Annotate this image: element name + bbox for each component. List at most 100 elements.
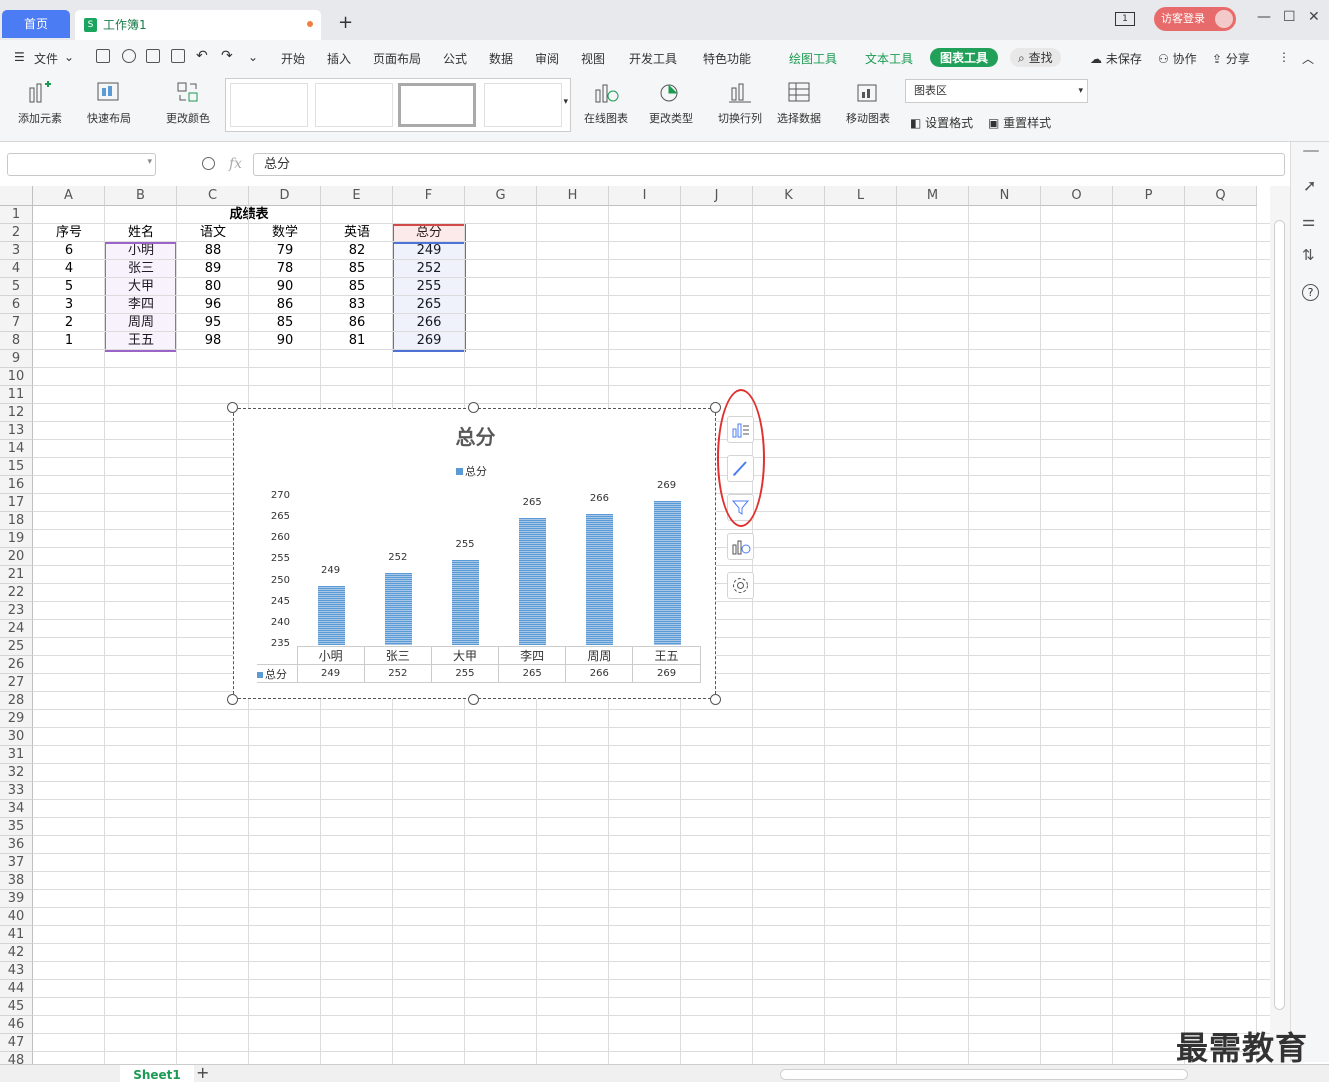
row-header[interactable]: 7 (0, 314, 33, 332)
more-menu-icon[interactable]: ⋮ (1278, 50, 1290, 64)
row-header[interactable]: 34 (0, 800, 33, 818)
row-header[interactable]: 20 (0, 548, 33, 566)
row-header[interactable]: 28 (0, 692, 33, 710)
cell[interactable]: 82 (321, 242, 393, 260)
collab-button[interactable]: ⚇ 协作 (1158, 50, 1197, 67)
column-header-I[interactable]: I (609, 186, 681, 206)
chart-settings-button[interactable] (727, 572, 754, 599)
row-header[interactable]: 3 (0, 242, 33, 260)
close-icon[interactable]: ✕ (1308, 9, 1320, 25)
undo-icon[interactable]: ↶ (196, 48, 208, 64)
column-header-F[interactable]: F (393, 186, 465, 206)
row-header[interactable]: 26 (0, 656, 33, 674)
cell[interactable]: 95 (177, 314, 249, 332)
column-header-H[interactable]: H (537, 186, 609, 206)
online-chart-button[interactable]: 在线图表 (576, 78, 636, 126)
row-header[interactable]: 23 (0, 602, 33, 620)
set-format-button[interactable]: ◧ 设置格式 (910, 114, 973, 131)
menu-text-tools[interactable]: 文本工具 (865, 50, 913, 67)
row-header[interactable]: 37 (0, 854, 33, 872)
row-header[interactable]: 43 (0, 962, 33, 980)
row-header[interactable]: 27 (0, 674, 33, 692)
column-header-J[interactable]: J (681, 186, 753, 206)
add-sheet-icon[interactable]: + (196, 1063, 209, 1082)
search-button[interactable]: ⌕ 查找 (1010, 48, 1061, 67)
row-header[interactable]: 30 (0, 728, 33, 746)
column-header-A[interactable]: A (33, 186, 105, 206)
row-header[interactable]: 11 (0, 386, 33, 404)
column-header-E[interactable]: E (321, 186, 393, 206)
menu-review[interactable]: 审阅 (535, 50, 559, 67)
row-header[interactable]: 31 (0, 746, 33, 764)
resize-handle-sw[interactable] (227, 694, 238, 705)
menu-drawing-tools[interactable]: 绘图工具 (789, 50, 837, 67)
column-header-K[interactable]: K (753, 186, 825, 206)
row-header[interactable]: 44 (0, 980, 33, 998)
cell[interactable]: 78 (249, 260, 321, 278)
cell[interactable]: 96 (177, 296, 249, 314)
export-icon[interactable] (122, 49, 136, 63)
bar-张三[interactable] (384, 573, 412, 645)
horizontal-scroll-thumb[interactable] (780, 1069, 1188, 1080)
menu-features[interactable]: 特色功能 (703, 50, 751, 67)
select-data-button[interactable]: 选择数据 (773, 78, 825, 126)
menu-data[interactable]: 数据 (489, 50, 513, 67)
tab-home[interactable]: 首页 (2, 10, 70, 38)
cell[interactable]: 5 (33, 278, 105, 296)
cell[interactable]: 85 (321, 278, 393, 296)
row-header[interactable]: 14 (0, 440, 33, 458)
row-header[interactable]: 24 (0, 620, 33, 638)
cell[interactable]: 90 (249, 278, 321, 296)
collapse-ribbon-icon[interactable]: ︿ (1302, 50, 1314, 67)
column-header-Q[interactable]: Q (1185, 186, 1257, 206)
column-header-M[interactable]: M (897, 186, 969, 206)
unsaved-button[interactable]: ☁ 未保存 (1090, 50, 1142, 67)
menu-insert[interactable]: 插入 (327, 50, 351, 67)
row-header[interactable]: 13 (0, 422, 33, 440)
print-icon[interactable] (146, 49, 160, 63)
online-chart-side-button[interactable] (727, 533, 754, 560)
resize-handle-n[interactable] (468, 402, 479, 413)
row-header[interactable]: 18 (0, 512, 33, 530)
row-header[interactable]: 47 (0, 1034, 33, 1052)
row-header[interactable]: 29 (0, 710, 33, 728)
row-header[interactable]: 39 (0, 890, 33, 908)
gallery-more-icon[interactable]: ▾ (563, 97, 568, 107)
row-header[interactable]: 10 (0, 368, 33, 386)
row-header[interactable]: 4 (0, 260, 33, 278)
row-header[interactable]: 35 (0, 818, 33, 836)
cell[interactable]: 86 (321, 314, 393, 332)
help-icon[interactable]: ? (1302, 284, 1319, 301)
zoom-icon[interactable] (202, 157, 215, 170)
menu-page-layout[interactable]: 页面布局 (373, 50, 421, 67)
menu-view[interactable]: 视图 (581, 50, 605, 67)
resize-handle-se[interactable] (710, 694, 721, 705)
share-button[interactable]: ⇪ 分享 (1212, 50, 1250, 67)
cursor-icon[interactable]: ➚ (1303, 176, 1316, 195)
minimize-icon[interactable]: — (1257, 9, 1271, 25)
sliders-icon[interactable]: ⚌ (1302, 212, 1315, 230)
cell[interactable]: 98 (177, 332, 249, 350)
row-header[interactable]: 17 (0, 494, 33, 512)
bar-小明[interactable] (317, 585, 345, 645)
formula-input[interactable]: 总分 (253, 153, 1285, 176)
row-header[interactable]: 1 (0, 206, 33, 224)
cell[interactable]: 4 (33, 260, 105, 278)
row-header[interactable]: 41 (0, 926, 33, 944)
resize-handle-ne[interactable] (710, 402, 721, 413)
row-header[interactable]: 21 (0, 566, 33, 584)
transform-icon[interactable]: ⇅ (1302, 246, 1315, 264)
add-element-button[interactable]: 添加元素 (10, 78, 70, 126)
menu-developer[interactable]: 开发工具 (629, 50, 677, 67)
chart-style-1[interactable] (230, 83, 308, 127)
window-count-badge[interactable]: 1 (1115, 12, 1135, 26)
quick-layout-button[interactable]: 快速布局 (80, 78, 138, 126)
menu-formula[interactable]: 公式 (443, 50, 467, 67)
resize-handle-s[interactable] (468, 694, 479, 705)
cell[interactable]: 序号 (33, 224, 105, 242)
column-header-D[interactable]: D (249, 186, 321, 206)
chart-style-gallery[interactable]: ▾ (225, 78, 571, 132)
chart-area[interactable]: 总分 总分 270 265 260 255 250 245 240 235 249 252 255 2… (233, 408, 716, 699)
menu-start[interactable]: 开始 (281, 50, 305, 67)
bar-李四[interactable] (519, 518, 547, 645)
